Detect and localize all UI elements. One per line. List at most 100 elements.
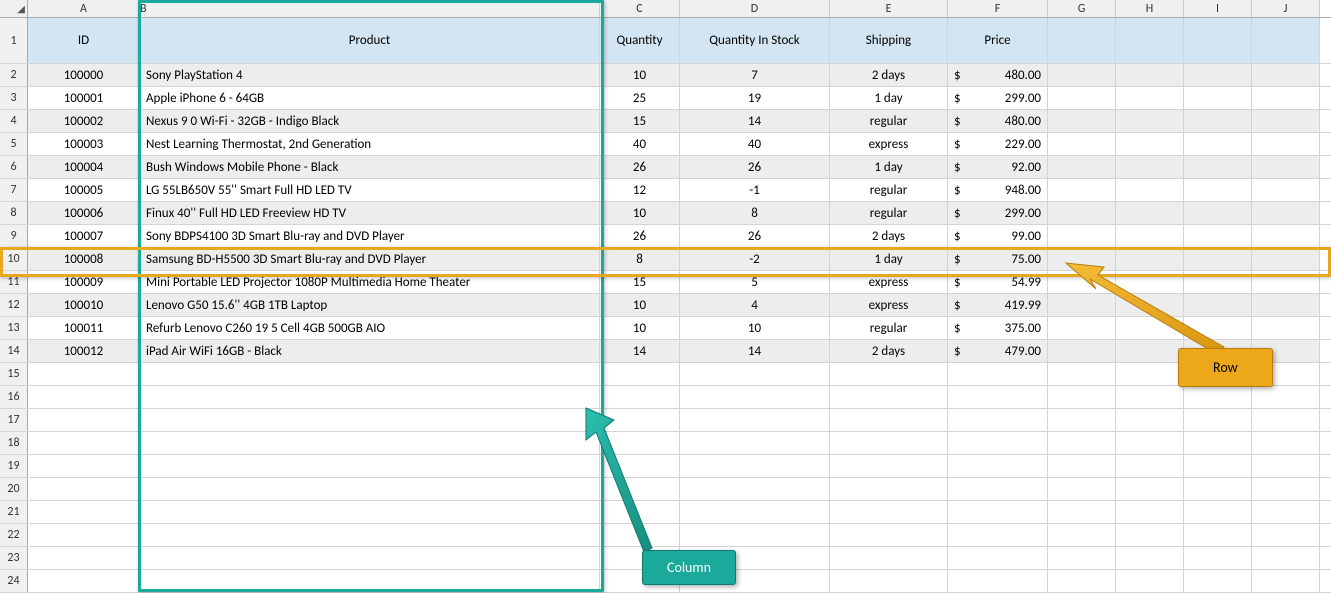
cell-price[interactable]: $229.00 [948, 133, 1048, 155]
cell-shipping[interactable]: 2 days [830, 340, 948, 362]
cell-product[interactable]: Apple iPhone 6 - 64GB [140, 87, 600, 109]
cell-quantity[interactable]: 10 [600, 294, 680, 316]
cell[interactable] [1252, 133, 1320, 155]
cell[interactable] [1184, 547, 1252, 569]
cell-price[interactable]: $92.00 [948, 156, 1048, 178]
cell[interactable] [28, 409, 140, 431]
cell[interactable] [28, 478, 140, 500]
cell[interactable] [948, 386, 1048, 408]
cell[interactable] [1184, 294, 1252, 316]
cell[interactable] [1184, 202, 1252, 224]
cell-product[interactable]: Nexus 9 0 Wi-Fi - 32GB - Indigo Black [140, 110, 600, 132]
cell[interactable] [1048, 248, 1116, 270]
cell-stock[interactable]: 26 [680, 225, 830, 247]
col-header-D[interactable]: D [680, 0, 830, 17]
cell[interactable] [830, 570, 948, 592]
cell-product[interactable]: Mini Portable LED Projector 1080P Multim… [140, 271, 600, 293]
cell[interactable] [1184, 87, 1252, 109]
row-header[interactable]: 4 [0, 110, 28, 132]
cell[interactable] [1048, 64, 1116, 86]
cell[interactable] [1048, 524, 1116, 546]
cell[interactable] [1116, 524, 1184, 546]
row-header[interactable]: 6 [0, 156, 28, 178]
cell-quantity[interactable]: 8 [600, 248, 680, 270]
cell[interactable] [1184, 478, 1252, 500]
cell[interactable] [1184, 18, 1252, 63]
col-header-A[interactable]: A [28, 0, 140, 17]
cell[interactable] [830, 524, 948, 546]
cell[interactable] [948, 501, 1048, 523]
cell[interactable] [1048, 340, 1116, 362]
cell[interactable] [1252, 501, 1320, 523]
col-header-C[interactable]: C [600, 0, 680, 17]
cell-price[interactable]: $375.00 [948, 317, 1048, 339]
cell[interactable] [1184, 432, 1252, 454]
cell[interactable] [1048, 432, 1116, 454]
cell[interactable] [830, 547, 948, 569]
cell[interactable] [948, 409, 1048, 431]
row-header[interactable]: 11 [0, 271, 28, 293]
header-shipping[interactable]: Shipping [830, 18, 948, 63]
cell-id[interactable]: 100002 [28, 110, 140, 132]
cell[interactable] [1184, 271, 1252, 293]
cell-product[interactable]: iPad Air WiFi 16GB - Black [140, 340, 600, 362]
cell-price[interactable]: $480.00 [948, 110, 1048, 132]
cell-id[interactable]: 100011 [28, 317, 140, 339]
row-header[interactable]: 12 [0, 294, 28, 316]
cell-product[interactable]: Lenovo G50 15.6'' 4GB 1TB Laptop [140, 294, 600, 316]
cell[interactable] [140, 409, 600, 431]
cell-shipping[interactable]: express [830, 271, 948, 293]
cell[interactable] [1048, 363, 1116, 385]
cell-price[interactable]: $54.99 [948, 271, 1048, 293]
row-header[interactable]: 10 [0, 248, 28, 270]
cell[interactable] [28, 455, 140, 477]
cell[interactable] [140, 363, 600, 385]
cell-id[interactable]: 100012 [28, 340, 140, 362]
cell-product[interactable]: Bush Windows Mobile Phone - Black [140, 156, 600, 178]
row-header[interactable]: 23 [0, 547, 28, 569]
cell[interactable] [1048, 87, 1116, 109]
cell[interactable] [948, 570, 1048, 592]
cell[interactable] [830, 386, 948, 408]
header-product[interactable]: Product [140, 18, 600, 63]
cell[interactable] [1048, 386, 1116, 408]
cell[interactable] [28, 570, 140, 592]
col-header-H[interactable]: H [1116, 0, 1184, 17]
col-header-I[interactable]: I [1184, 0, 1252, 17]
cell-price[interactable]: $948.00 [948, 179, 1048, 201]
cell-stock[interactable]: 14 [680, 110, 830, 132]
cell-id[interactable]: 100003 [28, 133, 140, 155]
cell[interactable] [1048, 18, 1116, 63]
cell[interactable] [140, 478, 600, 500]
cell[interactable] [1116, 225, 1184, 247]
cell-price[interactable]: $99.00 [948, 225, 1048, 247]
cell[interactable] [830, 363, 948, 385]
cell[interactable] [1184, 455, 1252, 477]
cell[interactable] [140, 432, 600, 454]
cell[interactable] [1048, 409, 1116, 431]
cell[interactable] [1116, 179, 1184, 201]
cell-shipping[interactable]: 1 day [830, 87, 948, 109]
cell[interactable] [28, 386, 140, 408]
cell-shipping[interactable]: regular [830, 110, 948, 132]
row-header[interactable]: 17 [0, 409, 28, 431]
cell[interactable] [600, 363, 680, 385]
cell[interactable] [1184, 156, 1252, 178]
cell[interactable] [1116, 87, 1184, 109]
cell[interactable] [1116, 501, 1184, 523]
col-header-F[interactable]: F [948, 0, 1048, 17]
cell[interactable] [680, 455, 830, 477]
cell-stock[interactable]: 10 [680, 317, 830, 339]
col-header-B[interactable]: B [140, 0, 600, 17]
cell-product[interactable]: Nest Learning Thermostat, 2nd Generation [140, 133, 600, 155]
cell[interactable] [1252, 179, 1320, 201]
cell[interactable] [1048, 271, 1116, 293]
cell[interactable] [1252, 478, 1320, 500]
cell[interactable] [1252, 248, 1320, 270]
cell-price[interactable]: $75.00 [948, 248, 1048, 270]
cell-stock[interactable]: 4 [680, 294, 830, 316]
cell-price[interactable]: $419.99 [948, 294, 1048, 316]
cell[interactable] [1252, 547, 1320, 569]
cell[interactable] [600, 524, 680, 546]
cell[interactable] [1116, 294, 1184, 316]
